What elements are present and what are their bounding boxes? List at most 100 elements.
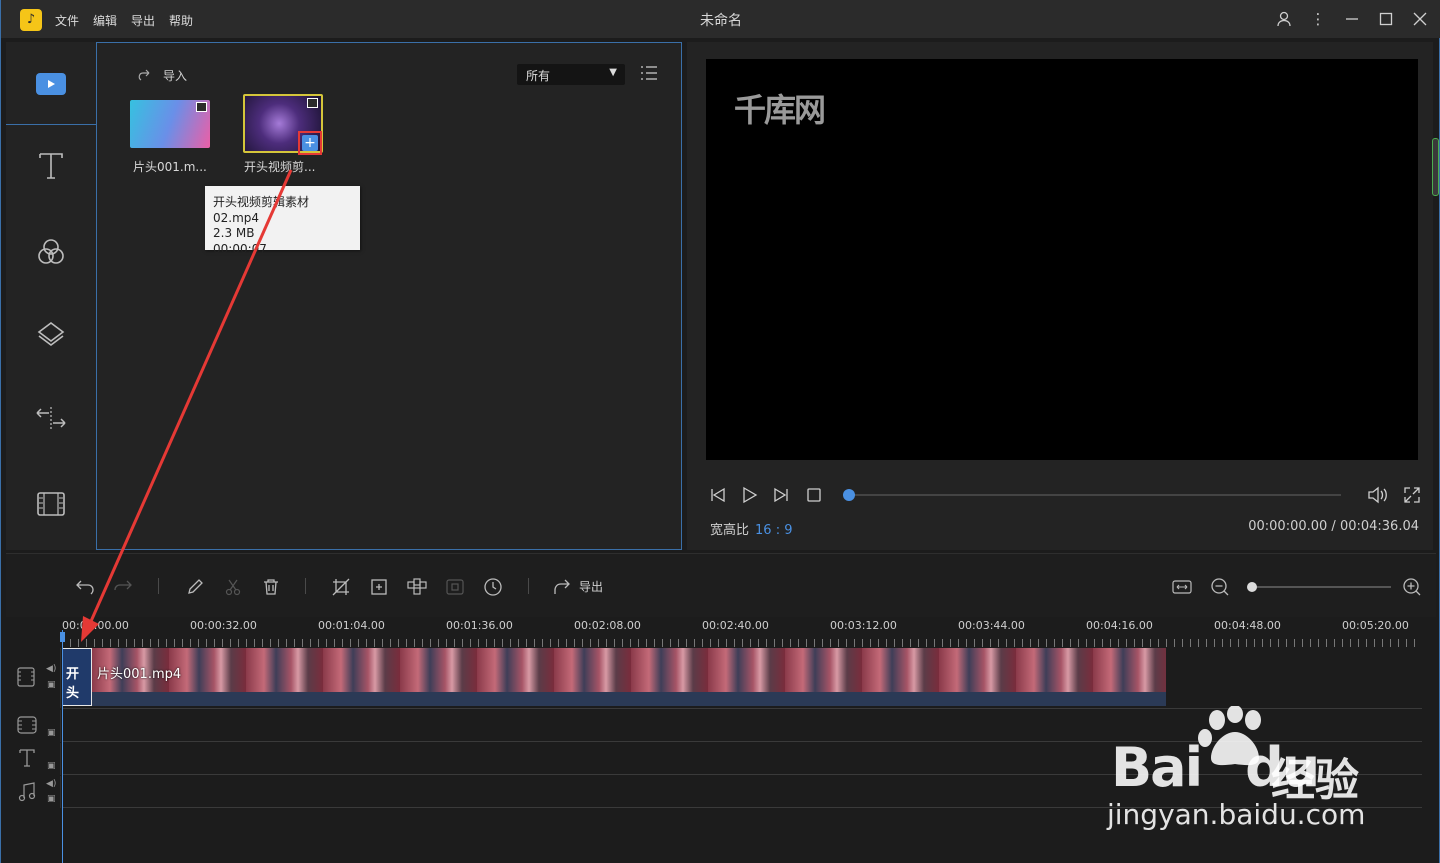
stop-button[interactable] bbox=[803, 484, 825, 506]
ruler-label: 00:03:12.00 bbox=[830, 619, 897, 632]
mosaic-button[interactable] bbox=[404, 574, 430, 600]
media-label-2: 开头视频剪... bbox=[244, 160, 316, 174]
ruler-label: 00:00:32.00 bbox=[190, 619, 257, 632]
crop-button[interactable] bbox=[328, 574, 354, 600]
redo-icon bbox=[114, 580, 132, 591]
menu-file[interactable]: 文件 bbox=[55, 12, 79, 29]
ruler-label: 00:00:00.00 bbox=[62, 619, 129, 632]
playback-controls bbox=[707, 484, 1420, 508]
next-frame-button[interactable] bbox=[770, 484, 792, 506]
ruler-label: 00:03:44.00 bbox=[958, 619, 1025, 632]
timeline-toolbar: 导出 bbox=[6, 553, 1436, 617]
intro-clip[interactable]: 开头 bbox=[62, 648, 92, 706]
video-preview[interactable]: 千库网 bbox=[706, 59, 1418, 460]
sidebar-item-text[interactable] bbox=[6, 136, 96, 196]
sidebar-item-media[interactable] bbox=[6, 54, 96, 114]
sidebar-item-overlays[interactable] bbox=[6, 304, 96, 364]
media-thumbnail-1[interactable] bbox=[130, 100, 210, 148]
title-bar: ♪ 文件 编辑 导出 帮助 未命名 ⋮ bbox=[1, 0, 1440, 38]
toolbar-separator bbox=[528, 578, 529, 594]
zoom-out-button[interactable] bbox=[1207, 574, 1233, 600]
lock-icon[interactable]: ▣ bbox=[47, 680, 56, 690]
timeline-ruler[interactable]: 00:00:00.00 00:00:32.00 00:01:04.00 00:0… bbox=[62, 617, 1422, 647]
maximize-button[interactable] bbox=[1375, 8, 1397, 30]
music-note-icon bbox=[18, 782, 36, 802]
prev-frame-button[interactable] bbox=[707, 484, 729, 506]
media-play-icon bbox=[36, 73, 66, 95]
fit-timeline-button[interactable] bbox=[1169, 574, 1195, 600]
playhead[interactable] bbox=[62, 630, 63, 863]
minimize-button[interactable] bbox=[1341, 8, 1363, 30]
zoom-out-icon bbox=[1211, 578, 1229, 596]
sidebar-item-transitions[interactable] bbox=[6, 388, 96, 448]
speaker-icon[interactable]: ◀) bbox=[46, 664, 56, 674]
window-controls: ⋮ bbox=[1273, 8, 1431, 30]
undo-button[interactable] bbox=[72, 574, 98, 600]
ruler-label: 00:01:36.00 bbox=[446, 619, 513, 632]
zoom-in-button[interactable] bbox=[1399, 574, 1425, 600]
speaker-icon[interactable]: ◀) bbox=[46, 779, 56, 789]
user-icon[interactable] bbox=[1273, 8, 1295, 30]
zoom-slider-knob[interactable] bbox=[1247, 582, 1257, 592]
close-button[interactable] bbox=[1409, 8, 1431, 30]
lock-icon[interactable]: ▣ bbox=[47, 728, 56, 738]
text-track-icon bbox=[19, 749, 35, 767]
sidebar-item-filters[interactable] bbox=[6, 222, 96, 282]
fullscreen-button[interactable] bbox=[1401, 484, 1423, 506]
toolbar-separator bbox=[158, 578, 159, 594]
freeze-icon bbox=[446, 579, 464, 595]
more-menu-icon[interactable]: ⋮ bbox=[1307, 8, 1329, 30]
menu-help[interactable]: 帮助 bbox=[169, 12, 193, 29]
lock-icon[interactable]: ▣ bbox=[47, 761, 56, 771]
delete-button[interactable] bbox=[258, 574, 284, 600]
video-clip[interactable]: 片头001.mp4 开头 bbox=[62, 648, 1166, 706]
text-track-header: ▣ bbox=[6, 743, 61, 775]
transition-icon bbox=[36, 407, 66, 429]
window-title: 未命名 bbox=[700, 13, 742, 29]
resize-button[interactable] bbox=[366, 574, 392, 600]
add-to-timeline-button[interactable]: + bbox=[298, 131, 322, 155]
volume-button[interactable] bbox=[1367, 484, 1389, 506]
aspect-ratio-value[interactable]: 16 : 9 bbox=[755, 523, 792, 538]
duration-button[interactable] bbox=[480, 574, 506, 600]
import-label: 导入 bbox=[163, 69, 188, 83]
media-tooltip: 开头视频剪辑素材02.mp4 2.3 MB 00:00:07 bbox=[205, 186, 360, 256]
zoom-slider[interactable] bbox=[1247, 582, 1391, 592]
edit-button[interactable] bbox=[182, 574, 208, 600]
freeze-frame-button[interactable] bbox=[442, 574, 468, 600]
prev-frame-icon bbox=[711, 487, 725, 503]
next-frame-icon bbox=[774, 487, 788, 503]
menu-export[interactable]: 导出 bbox=[131, 12, 155, 29]
ruler-label: 00:01:04.00 bbox=[318, 619, 385, 632]
seek-knob[interactable] bbox=[843, 489, 855, 501]
zoom-in-icon bbox=[1403, 578, 1421, 596]
seek-bar[interactable] bbox=[843, 489, 1341, 501]
redo-button[interactable] bbox=[110, 574, 136, 600]
sidebar-divider bbox=[6, 124, 96, 125]
film-icon bbox=[37, 492, 65, 516]
export-label[interactable]: 导出 bbox=[579, 578, 603, 595]
logo-icon: ♪ bbox=[20, 9, 42, 31]
baidu-brand-bai: Bai bbox=[1111, 736, 1203, 799]
ruler-ticks bbox=[62, 639, 1422, 647]
layers-icon bbox=[37, 322, 65, 346]
playhead-handle[interactable] bbox=[60, 632, 65, 642]
export-button[interactable] bbox=[548, 574, 574, 600]
sidebar-item-elements[interactable] bbox=[6, 474, 96, 534]
menu-edit[interactable]: 编辑 bbox=[93, 12, 117, 29]
baidu-url: jingyan.baidu.com bbox=[1107, 798, 1366, 831]
list-view-icon[interactable] bbox=[640, 65, 658, 85]
split-button[interactable] bbox=[220, 574, 246, 600]
ruler-label: 00:02:40.00 bbox=[702, 619, 769, 632]
filter-value: 所有 bbox=[526, 69, 551, 83]
play-button[interactable] bbox=[738, 484, 760, 506]
import-button[interactable]: 导入 bbox=[137, 67, 187, 84]
video-type-icon bbox=[307, 98, 318, 108]
media-filter-select[interactable]: 所有 ▼ bbox=[517, 64, 625, 85]
lock-icon[interactable]: ▣ bbox=[47, 794, 56, 804]
aspect-ratio-label: 宽高比 bbox=[710, 523, 750, 538]
menu-bar: 文件 编辑 导出 帮助 bbox=[55, 12, 193, 29]
stop-icon bbox=[807, 488, 821, 502]
import-icon bbox=[138, 69, 150, 80]
panel-scrollbar[interactable] bbox=[1432, 138, 1439, 196]
